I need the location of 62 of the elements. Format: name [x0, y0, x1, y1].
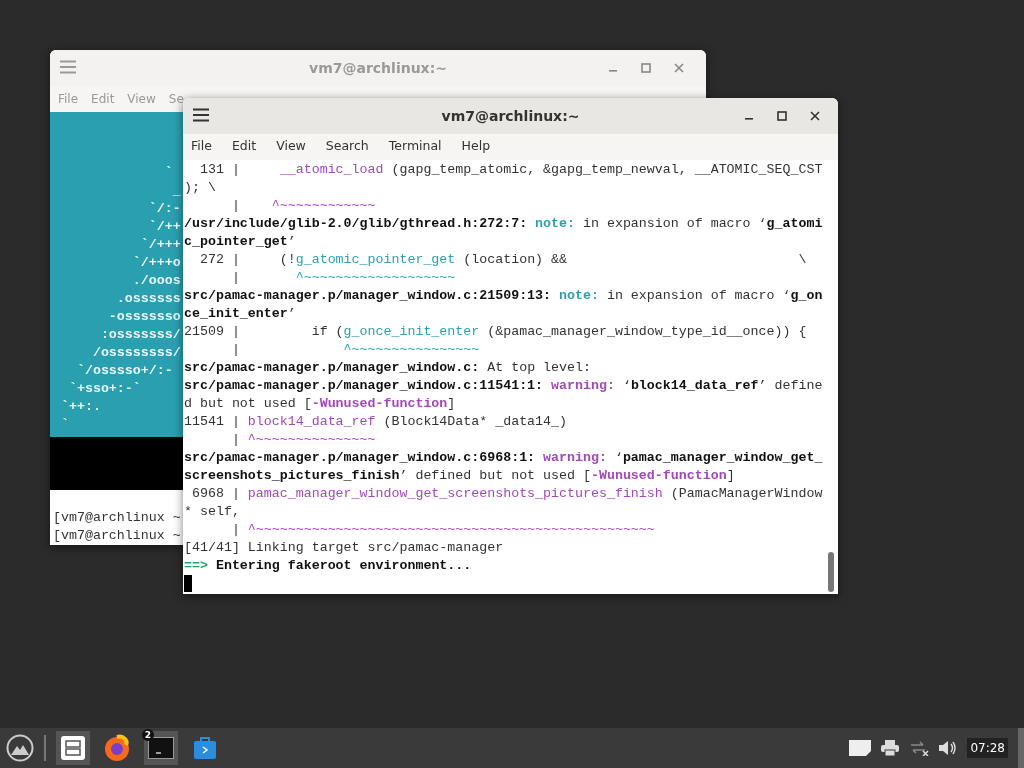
menu-item[interactable]: File [191, 137, 212, 157]
terminal-line: screenshots_pictures_finish’ defined but not used [-Wunused-function] [183, 467, 735, 485]
terminal-line: | ^~~~~~~~~~~~~ [230, 197, 376, 215]
ascii-art-line: _ [171, 182, 181, 200]
terminal-line: 131 | __atomic_load (gapg_temp_atomic, &gapg_temp_newval, __ATOMIC_SEQ_CST [198, 161, 823, 179]
ascii-art-line: `++:. [59, 398, 101, 416]
terminal-line: | ^~~~~~~~~~~~~~~~~~~~~~~~~~~~~~~~~~~~~~~~~~~~~~~~~~~ [230, 521, 655, 539]
terminal-line: c_pointer_get’ [183, 233, 296, 251]
terminal-line: src/pamac-manager.p/manager_window.c:6968:1: warning: ‘pamac_manager_window_get_ [183, 449, 823, 467]
volume-icon[interactable] [939, 740, 958, 756]
terminal-line: [41/41] Linking target src/pamac-manager [183, 539, 504, 557]
terminal-line: * self, [183, 503, 240, 521]
scrollbar-thumb[interactable] [828, 552, 834, 592]
ascii-art-line: ` [163, 164, 173, 182]
terminal-line: src/pamac-manager.p/manager_window.c:11541:1: warning: ‘block14_data_ref’ define [183, 377, 823, 395]
terminal-line: | ^~~~~~~~~~~~~~~~ [230, 431, 376, 449]
terminal-line: src/pamac-manager.p/manager_window.c:21509:13: note: in expansion of macro ‘g_on [183, 287, 823, 305]
shopping-bag-icon[interactable] [192, 735, 218, 761]
ascii-art-line: .ossssss [115, 290, 181, 308]
ascii-art-line: `/++ [147, 218, 181, 236]
terminal-line: src/pamac-manager.p/manager_window.c: At top level: [183, 359, 591, 377]
shell-prompt: [vm7@archlinux ~ [52, 527, 181, 545]
file-cabinet-icon[interactable] [60, 735, 86, 761]
window-title: vm7@archlinux:~ [308, 59, 448, 78]
ascii-art-line: /ossssssss/ [91, 344, 181, 362]
terminal-icon[interactable] [148, 737, 174, 759]
ascii-art-line: `/+++o [131, 254, 181, 272]
shell-prompt: [vm7@archlinux ~ [52, 509, 181, 527]
terminal-line: | ^~~~~~~~~~~~~~~~~~~~ [230, 269, 456, 287]
window-count-badge: 2 [142, 729, 154, 741]
terminal-line: ==> Entering fakeroot environment... [183, 557, 472, 575]
mountain-logo-icon[interactable] [6, 734, 34, 762]
menu-item[interactable]: Help [461, 137, 491, 157]
menu-item[interactable]: Search [325, 137, 369, 157]
note-icon[interactable] [849, 740, 872, 756]
network-disconnected-icon[interactable] [909, 740, 930, 756]
ascii-art-line: `/osssso+/:- [75, 362, 173, 380]
terminal-line: 272 | (!g_atomic_pointer_get (location) && \ [198, 251, 807, 269]
terminal-line: 6968 | pamac_manager_window_get_screenshots_pictures_finish (PamacManagerWindow [190, 485, 823, 503]
ascii-art-line: :osssssss/ [99, 326, 181, 344]
menu-item[interactable]: View [276, 137, 306, 157]
terminal-line: d but not used [-Wunused-function] [183, 395, 456, 413]
ascii-art-line: `+sso+:-` [67, 380, 141, 398]
ascii-art-line: -osssssso [107, 308, 181, 326]
ascii-art-line: ` [59, 416, 69, 434]
ascii-art-line: `/:- [147, 200, 181, 218]
menu-icon[interactable] [193, 108, 209, 122]
window-title: vm7@archlinux:~ [440, 107, 581, 126]
ascii-art-line: `/+++ [139, 236, 181, 254]
terminal-line: ); \ [183, 179, 216, 197]
clock[interactable]: 07:28 [967, 738, 1008, 758]
text-cursor [184, 575, 192, 592]
ascii-art-line: ./ooos [131, 272, 181, 290]
menu-item[interactable]: Terminal [388, 137, 442, 157]
printer-icon[interactable] [881, 740, 900, 756]
terminal-line: 21509 | if (g_once_init_enter (&pamac_manager_window_type_id__once)) { [183, 323, 807, 341]
terminal-line: ce_init_enter’ [183, 305, 296, 323]
terminal-line: | ^~~~~~~~~~~~~~~~~ [230, 341, 480, 359]
terminal-line: /usr/include/glib-2.0/glib/gthread.h:272:7: note: in expansion of macro ‘g_atomi [183, 215, 823, 233]
menu-item[interactable]: Edit [231, 137, 257, 157]
terminal-line: 11541 | block14_data_ref (Block14Data* _data14_) [183, 413, 568, 431]
fox-globe-icon[interactable] [102, 733, 132, 763]
